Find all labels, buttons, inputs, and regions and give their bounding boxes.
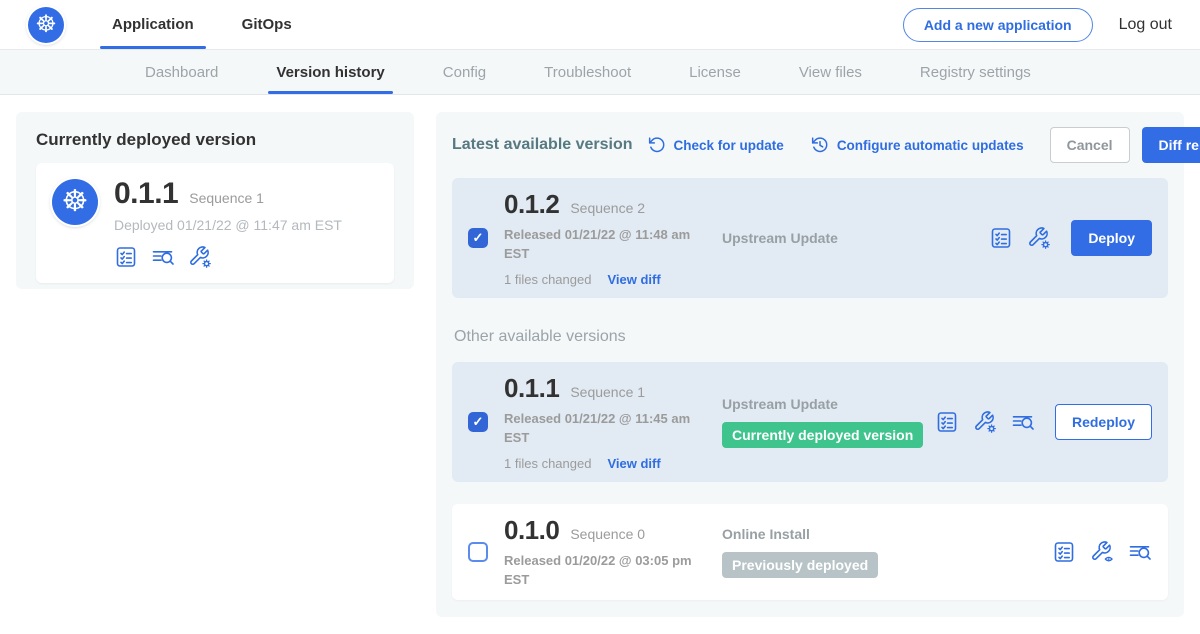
sequence-label: Sequence 0	[570, 526, 645, 542]
release-notes-icon[interactable]	[935, 410, 959, 434]
view-diff-link[interactable]: View diff	[607, 272, 660, 287]
view-files-icon[interactable]	[1011, 410, 1035, 434]
view-files-icon[interactable]	[1128, 540, 1152, 564]
diff-releases-button[interactable]: Diff releases	[1142, 127, 1200, 163]
release-notes-icon[interactable]	[114, 245, 138, 269]
auto-update-icon	[810, 135, 830, 155]
tab-gitops[interactable]: GitOps	[228, 0, 306, 49]
version-row-0-1-2: 0.1.2 Sequence 2 Released 01/21/22 @ 11:…	[452, 178, 1168, 298]
tab-application[interactable]: Application	[98, 0, 208, 49]
edit-config-icon[interactable]	[188, 245, 212, 269]
view-config-icon[interactable]	[1090, 540, 1114, 564]
edit-config-icon[interactable]	[973, 410, 997, 434]
edit-config-icon[interactable]	[1027, 226, 1051, 250]
release-notes-icon[interactable]	[989, 226, 1013, 250]
currently-deployed-badge: Currently deployed version	[722, 422, 923, 448]
latest-available-title: Latest available version	[452, 136, 633, 154]
redeploy-button[interactable]: Redeploy	[1055, 404, 1152, 440]
check-for-update-link[interactable]: Check for update	[647, 135, 784, 155]
version-select-checkbox[interactable]	[468, 412, 488, 432]
view-diff-link[interactable]: View diff	[607, 456, 660, 471]
view-files-icon[interactable]	[151, 245, 175, 269]
released-timestamp: Released 01/21/22 @ 11:45 am EST	[504, 410, 700, 448]
add-application-button[interactable]: Add a new application	[903, 8, 1093, 42]
sequence-label: Sequence 2	[570, 200, 645, 216]
version-number: 0.1.0	[504, 515, 559, 546]
files-changed-label: 1 files changed	[504, 272, 591, 287]
cancel-button[interactable]: Cancel	[1050, 127, 1130, 163]
deployed-version-card: ☸ 0.1.1 Sequence 1 Deployed 01/21/22 @ 1…	[36, 163, 394, 283]
tab-registry-settings[interactable]: Registry settings	[920, 50, 1031, 94]
version-select-checkbox[interactable]	[468, 542, 488, 562]
app-sub-nav: Dashboard Version history Config Trouble…	[0, 50, 1200, 95]
tab-version-history[interactable]: Version history	[276, 50, 384, 94]
deploy-button[interactable]: Deploy	[1071, 220, 1152, 256]
logout-link[interactable]: Log out	[1119, 16, 1172, 34]
currently-deployed-panel: Currently deployed version ☸ 0.1.1 Seque…	[16, 112, 414, 289]
tab-view-files[interactable]: View files	[799, 50, 862, 94]
top-nav: ☸ Application GitOps Add a new applicati…	[0, 0, 1200, 50]
check-update-icon	[647, 135, 667, 155]
configure-auto-updates-link[interactable]: Configure automatic updates	[810, 135, 1024, 155]
files-changed-label: 1 files changed	[504, 456, 591, 471]
version-row-0-1-1: 0.1.1 Sequence 1 Released 01/21/22 @ 11:…	[452, 362, 1168, 482]
tab-config[interactable]: Config	[443, 50, 486, 94]
deployed-version-number: 0.1.1	[114, 177, 178, 211]
version-source-label: Upstream Update	[722, 230, 989, 246]
version-select-checkbox[interactable]	[468, 228, 488, 248]
released-timestamp: Released 01/21/22 @ 11:48 am EST	[504, 226, 700, 264]
version-row-0-1-0: 0.1.0 Sequence 0 Released 01/20/22 @ 03:…	[452, 504, 1168, 600]
app-kubernetes-icon: ☸	[52, 179, 98, 225]
tab-license[interactable]: License	[689, 50, 741, 94]
kubernetes-logo-icon: ☸	[28, 7, 64, 43]
tab-dashboard[interactable]: Dashboard	[145, 50, 218, 94]
deployed-panel-title: Currently deployed version	[36, 130, 394, 150]
sequence-label: Sequence 1	[570, 384, 645, 400]
version-source-label: Online Install	[722, 526, 1052, 542]
previously-deployed-badge: Previously deployed	[722, 552, 878, 578]
deployed-sequence-label: Sequence 1	[189, 190, 264, 206]
other-versions-title: Other available versions	[454, 328, 1168, 346]
version-source-label: Upstream Update	[722, 396, 935, 412]
release-notes-icon[interactable]	[1052, 540, 1076, 564]
auto-updates-label: Configure automatic updates	[837, 138, 1024, 153]
available-versions-panel: Latest available version Check for updat…	[436, 112, 1184, 617]
deployed-timestamp: Deployed 01/21/22 @ 11:47 am EST	[114, 217, 342, 233]
version-number: 0.1.2	[504, 189, 559, 220]
version-number: 0.1.1	[504, 373, 559, 404]
tab-troubleshoot[interactable]: Troubleshoot	[544, 50, 631, 94]
check-update-label: Check for update	[674, 138, 784, 153]
released-timestamp: Released 01/20/22 @ 03:05 pm EST	[504, 552, 700, 590]
